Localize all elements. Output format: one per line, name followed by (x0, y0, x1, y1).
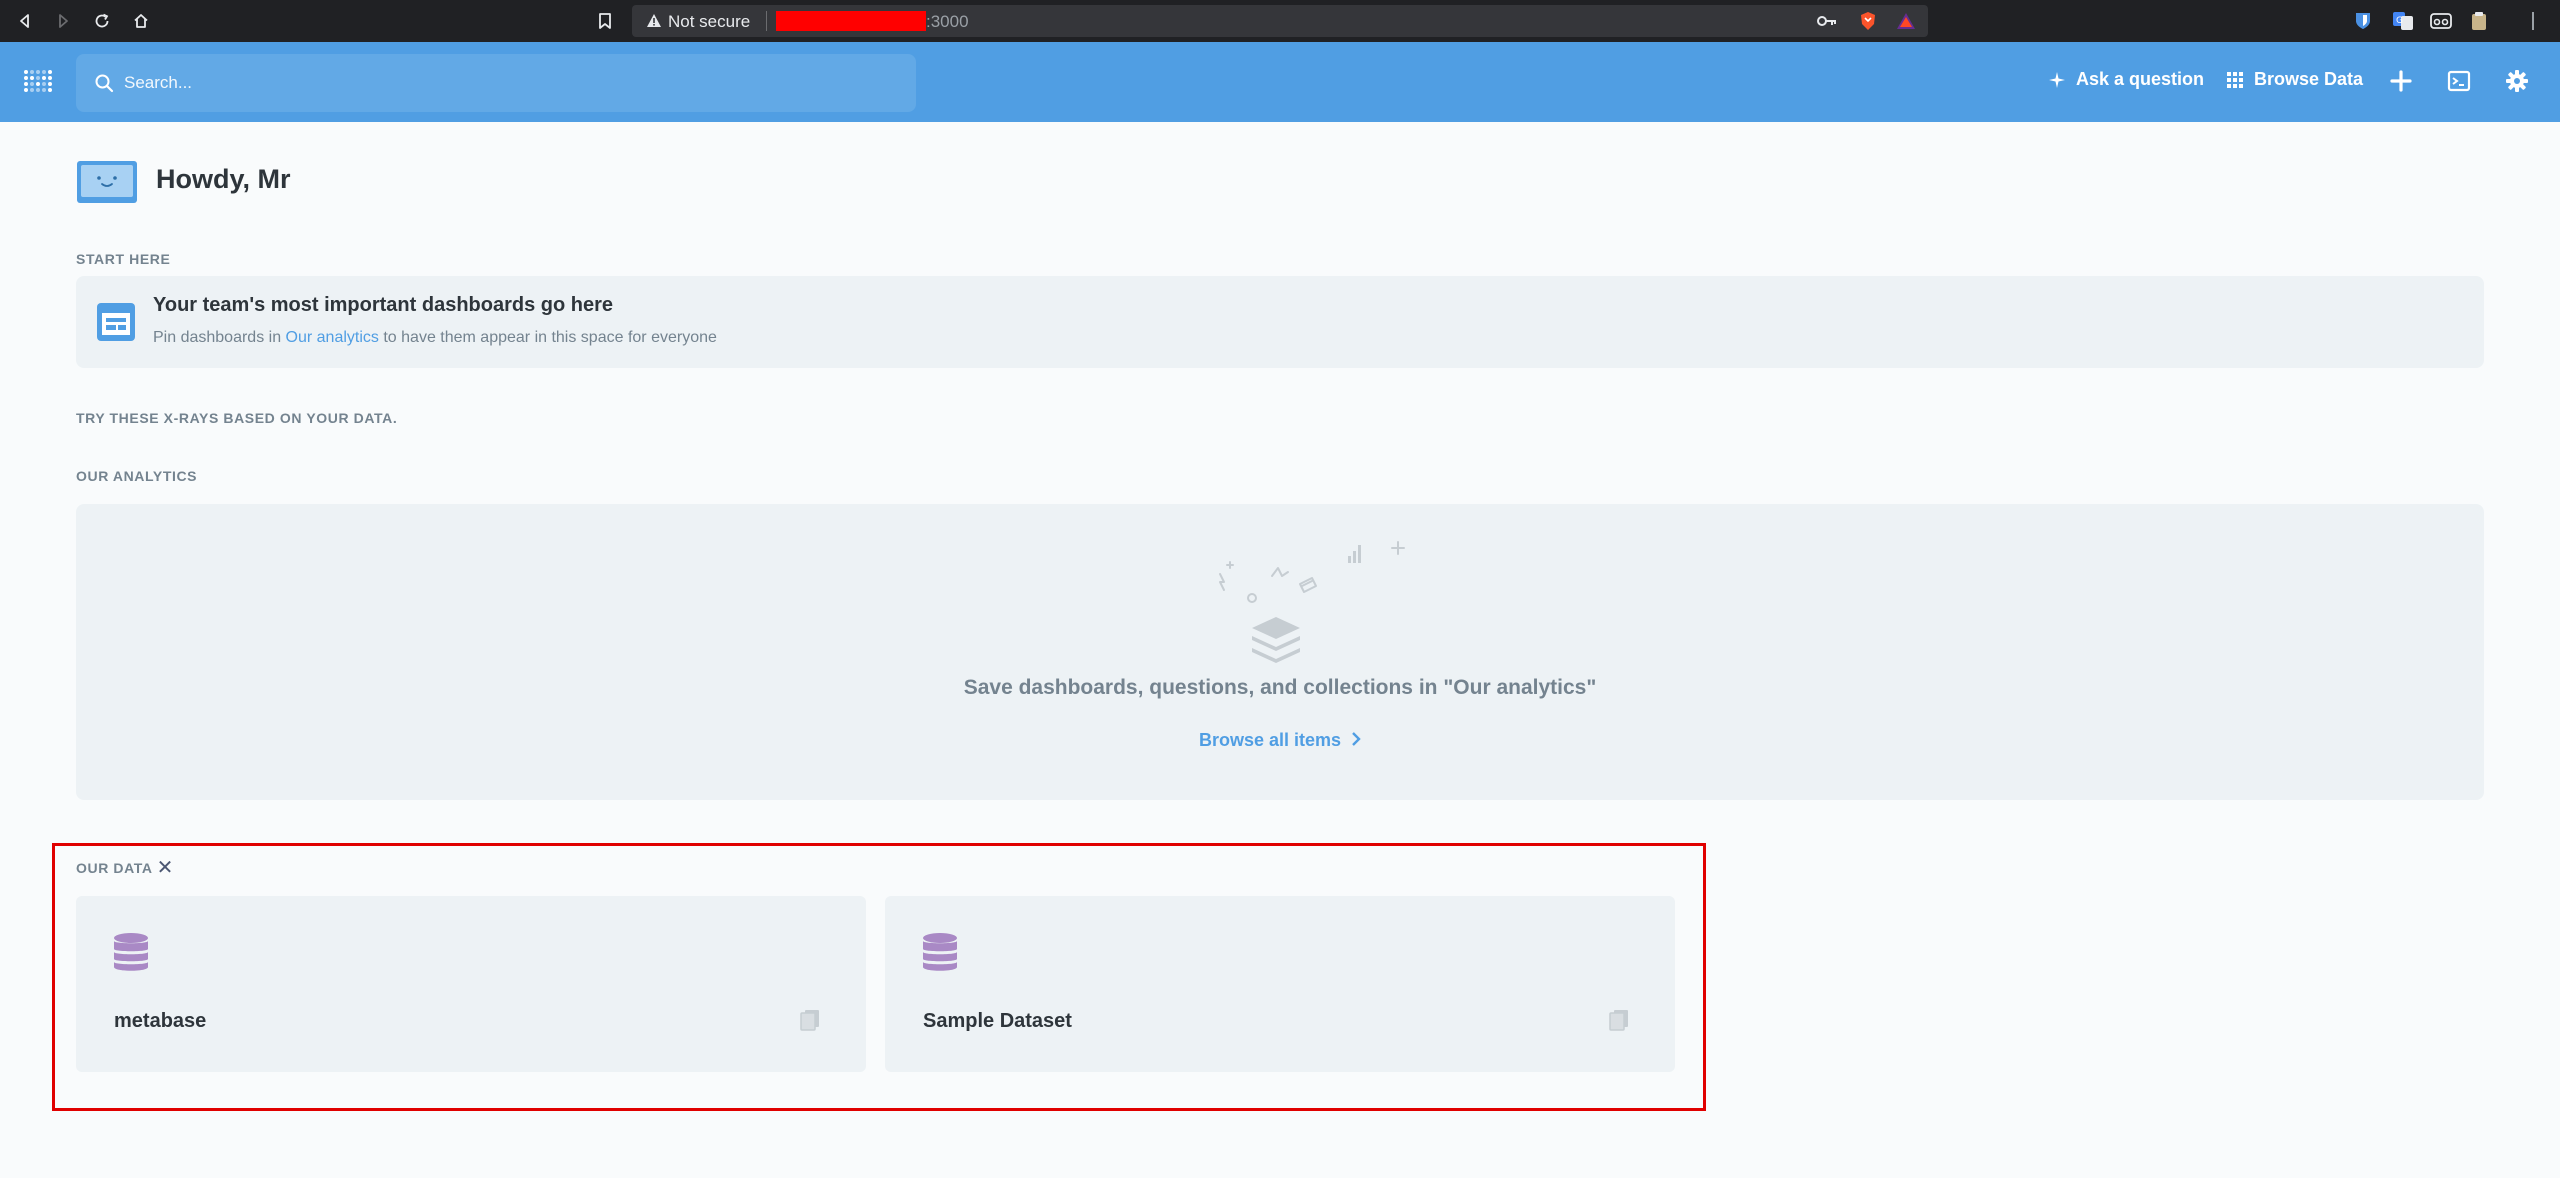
database-name: Sample Dataset (923, 1010, 1072, 1032)
address-bar[interactable]: Not secure :3000 (632, 5, 1928, 37)
reference-book-icon[interactable] (1609, 1009, 1629, 1031)
sql-editor-icon[interactable] (2444, 66, 2474, 96)
greeting-face-icon (76, 160, 138, 204)
our-data-header: Our data ✕ (76, 858, 173, 878)
ask-question-button[interactable]: Ask a question (2048, 69, 2204, 90)
sparkle-icon (2049, 71, 2065, 88)
search-bar[interactable]: Search... (76, 54, 916, 112)
reader-extension-icon[interactable] (2430, 10, 2452, 32)
database-name: metabase (114, 1010, 207, 1032)
xrays-label: Try these x-rays based on your data. (76, 410, 398, 426)
app-header: Search... Ask a question Browse Data (0, 42, 2560, 122)
database-icon (112, 932, 150, 972)
close-icon[interactable]: ✕ (157, 858, 174, 878)
start-here-subtitle: Pin dashboards in Our analytics to have … (153, 329, 717, 347)
browse-data-label: Browse Data (2254, 69, 2364, 89)
our-analytics-link[interactable]: Our analytics (286, 329, 379, 346)
our-analytics-label: Our analytics (76, 468, 198, 484)
brave-shield-icon[interactable] (1857, 11, 1879, 31)
greeting-heading: Howdy, Mr (156, 164, 291, 194)
chevron-right-icon (1351, 730, 1361, 750)
bitwarden-extension-icon[interactable] (2352, 10, 2374, 32)
warning-icon (646, 13, 662, 33)
start-here-title: Your team's most important dashboards go… (153, 294, 614, 316)
database-icon (921, 932, 959, 972)
our-analytics-empty-message: Save dashboards, questions, and collecti… (963, 676, 1597, 699)
gear-icon[interactable] (2502, 66, 2532, 96)
key-icon[interactable] (1816, 11, 1838, 31)
dashboard-icon (96, 302, 136, 342)
search-input[interactable]: Search... (124, 73, 192, 93)
browse-all-items-label: Browse all items (1198, 730, 1342, 750)
search-icon (94, 73, 114, 98)
reference-book-icon[interactable] (800, 1009, 820, 1031)
browser-toolbar: Not secure :3000 G (0, 0, 2560, 42)
ask-question-label: Ask a question (2076, 69, 2205, 89)
translate-extension-icon[interactable]: G (2392, 10, 2414, 32)
security-label: Not secure (668, 12, 751, 31)
start-here-subtitle-prefix: Pin dashboards in (153, 329, 286, 346)
start-here-subtitle-suffix: to have them appear in this space for ev… (378, 329, 717, 346)
redacted-host (776, 11, 926, 31)
grid-icon (2227, 71, 2243, 88)
our-analytics-empty-state: Save dashboards, questions, and collecti… (76, 504, 2484, 800)
browse-all-items-link[interactable]: Browse all items (76, 730, 2484, 751)
start-here-card: Your team's most important dashboards go… (76, 276, 2484, 368)
forward-icon[interactable] (50, 8, 76, 34)
database-card-metabase[interactable]: metabase (76, 896, 866, 1072)
reload-icon[interactable] (89, 8, 115, 34)
start-here-label: Start here (76, 251, 171, 267)
svg-text:G: G (2396, 16, 2403, 26)
empty-collection-illustration-icon (1210, 532, 1440, 672)
home-icon[interactable] (128, 8, 154, 34)
metabase-logo-icon[interactable] (22, 66, 54, 98)
url-port: :3000 (926, 12, 969, 31)
brave-rewards-icon[interactable] (1895, 11, 1917, 31)
browser-menu-icon[interactable] (2522, 10, 2544, 32)
database-card-sample-dataset[interactable]: Sample Dataset (885, 896, 1675, 1072)
our-data-label: Our data (76, 860, 153, 876)
clipboard-extension-icon[interactable] (2468, 10, 2490, 32)
back-icon[interactable] (12, 8, 38, 34)
plus-icon[interactable] (2386, 66, 2416, 96)
browse-data-button[interactable]: Browse Data (2226, 69, 2363, 90)
url-divider (766, 11, 767, 31)
bookmark-icon[interactable] (592, 8, 618, 34)
